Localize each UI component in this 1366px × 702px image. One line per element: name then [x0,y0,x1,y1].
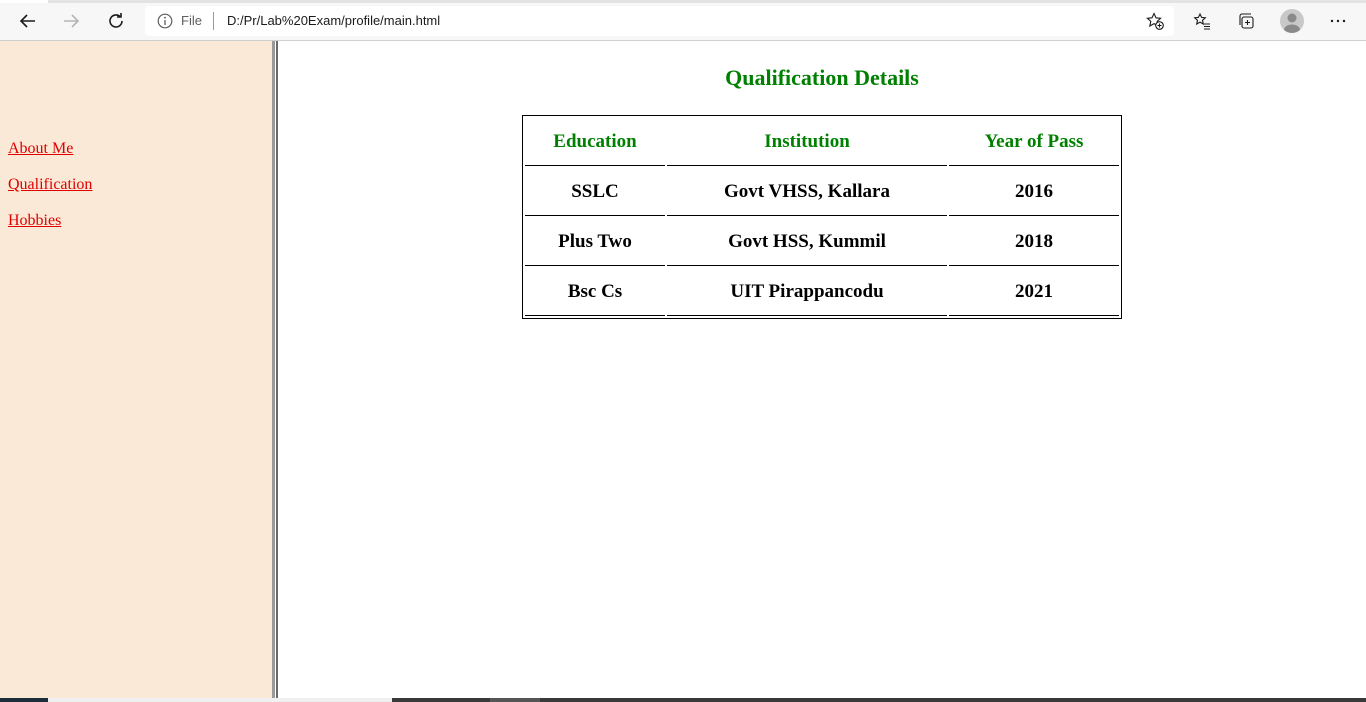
info-icon[interactable] [157,13,173,29]
browser-toolbar: File D:/Pr/Lab%20Exam/profile/main.html [0,0,1366,41]
table-row: SSLC Govt VHSS, Kallara 2016 [525,168,1119,216]
refresh-button[interactable] [101,6,131,36]
address-separator [213,12,214,30]
taskbar-strip [0,698,1366,702]
sidebar-nav: About Me Qualification Hobbies [8,140,92,248]
collections-button[interactable] [1233,8,1259,34]
refresh-icon [109,13,123,28]
header-education: Education [525,118,665,166]
cell-education: Bsc Cs [525,268,665,316]
forward-arrow-icon [64,14,80,28]
nav-link-qualification[interactable]: Qualification [8,176,92,194]
cell-year: 2021 [949,268,1119,316]
table-row: Plus Two Govt HSS, Kummil 2018 [525,218,1119,266]
url-text[interactable]: D:/Pr/Lab%20Exam/profile/main.html [227,13,440,28]
profile-avatar-icon[interactable] [1280,9,1304,33]
nav-link-hobbies[interactable]: Hobbies [8,212,92,230]
table-row: Bsc Cs UIT Pirappancodu 2021 [525,268,1119,316]
cell-education: SSLC [525,168,665,216]
more-button[interactable] [1325,8,1351,34]
tab-strip [0,0,1366,3]
nav-link-about-me[interactable]: About Me [8,140,92,158]
more-dots-icon [1330,19,1346,23]
table-header-row: Education Institution Year of Pass [525,118,1119,166]
address-bar[interactable]: File D:/Pr/Lab%20Exam/profile/main.html [145,6,1174,36]
cell-institution: Govt HSS, Kummil [667,218,947,266]
collections-icon [1239,13,1254,29]
favorites-list-icon [1193,12,1210,30]
cell-year: 2018 [949,218,1119,266]
scheme-label: File [181,13,202,28]
header-institution: Institution [667,118,947,166]
sidebar-frame: About Me Qualification Hobbies [0,41,272,698]
forward-button[interactable] [56,6,86,36]
favorites-button[interactable] [1189,8,1215,34]
qualification-table: Education Institution Year of Pass SSLC … [522,115,1122,319]
taskbar-search-segment [48,698,392,702]
active-tab-indicator [0,0,48,3]
header-year-of-pass: Year of Pass [949,118,1119,166]
star-plus-icon[interactable] [1146,12,1164,30]
main-frame: Qualification Details Education Institut… [278,41,1366,698]
taskbar-app-segment [490,698,540,702]
cell-education: Plus Two [525,218,665,266]
back-arrow-icon [19,14,35,28]
taskbar-start-segment [0,698,48,702]
cell-institution: UIT Pirappancodu [667,268,947,316]
cell-year: 2016 [949,168,1119,216]
back-button[interactable] [13,6,43,36]
page-title: Qualification Details [725,65,919,90]
cell-institution: Govt VHSS, Kallara [667,168,947,216]
